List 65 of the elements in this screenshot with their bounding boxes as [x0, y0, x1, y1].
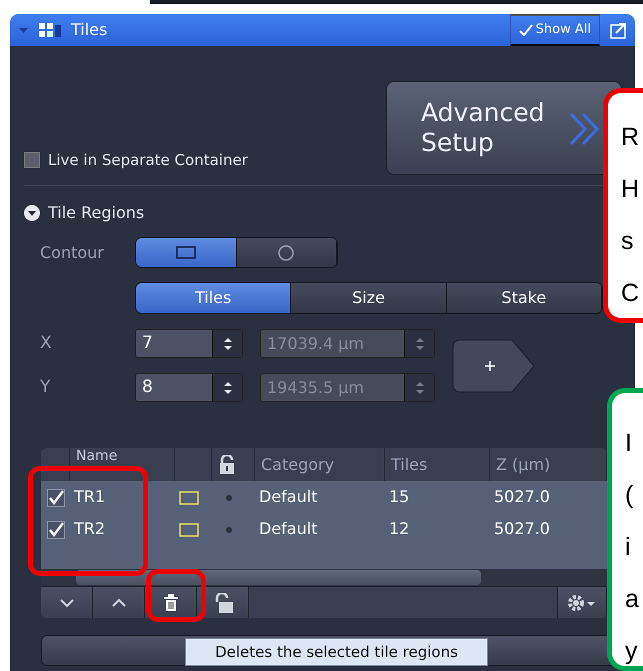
spinner-icon[interactable] — [222, 380, 234, 394]
spinner-icon[interactable] — [222, 336, 234, 350]
tiles-icon — [39, 23, 61, 37]
mode-tab[interactable]: Tiles — [136, 283, 292, 313]
table-cell-text: 12 — [388, 518, 410, 540]
table-cell-text: TR2 — [73, 518, 106, 540]
check-icon — [518, 24, 533, 36]
count-field[interactable]: 7 — [135, 329, 243, 358]
show-all-toggle[interactable]: Show All — [510, 14, 600, 46]
count-field[interactable]: 8 — [135, 373, 243, 402]
axis-label: X — [40, 332, 53, 355]
scrollbar[interactable] — [41, 569, 607, 586]
callout-text: C — [621, 278, 640, 309]
callout-text: H — [621, 174, 640, 205]
advanced-setup-button[interactable]: Advanced Setup — [386, 81, 622, 175]
spinner-icon — [414, 380, 426, 394]
double-chevron-icon — [569, 112, 599, 146]
rectangle-icon — [176, 246, 196, 259]
dot-icon — [226, 526, 232, 533]
spinner-icon — [414, 336, 426, 350]
undock-icon[interactable] — [610, 22, 627, 38]
contour-option[interactable] — [136, 238, 236, 267]
table-cell-text: 15 — [388, 486, 410, 508]
trash-icon — [162, 594, 178, 611]
table-cell-text: 5027.0 — [493, 518, 551, 540]
contour-selector[interactable] — [135, 237, 338, 268]
size-field: 19435.5 µm — [260, 373, 435, 402]
gear-icon — [567, 594, 597, 612]
panel-title: Tiles — [71, 19, 108, 41]
table-row[interactable]: TR1 Default 15 5027.0 — [41, 481, 607, 513]
checkbox-label: Live in Separate Container — [48, 150, 248, 170]
chevron-down-icon — [58, 598, 74, 608]
dot-icon — [226, 494, 232, 501]
callout-text: i — [625, 532, 632, 563]
mode-tab[interactable]: Stake — [446, 283, 602, 313]
table-cell-text: Default — [258, 486, 318, 508]
contour-label: Contour — [40, 242, 105, 264]
circle-icon — [278, 244, 294, 260]
column-header: Name — [76, 449, 118, 463]
expand-toggle-icon[interactable] — [24, 204, 40, 220]
callout-text: I — [625, 428, 633, 459]
callout-text: s — [621, 226, 634, 257]
size-field: 17039.4 µm — [260, 329, 435, 358]
settings-button[interactable] — [557, 587, 607, 618]
callout-text: ( — [625, 480, 634, 511]
contour-option[interactable] — [236, 238, 337, 267]
callout-text: a — [625, 584, 640, 615]
table-cell-text: Default — [258, 518, 318, 540]
lock-icon — [218, 455, 236, 474]
checkbox[interactable] — [24, 152, 40, 168]
tooltip: Deletes the selected tile regions — [185, 638, 488, 666]
table-cell-text: TR1 — [73, 486, 106, 508]
callout-text: y — [625, 636, 638, 666]
mode-tab[interactable]: Size — [291, 283, 447, 313]
checkbox[interactable] — [47, 520, 65, 539]
rectangle-icon — [179, 522, 199, 537]
table-row[interactable]: TR2 Default 12 5027.0 — [41, 513, 607, 545]
section-title: Tile Regions — [48, 202, 144, 224]
rectangle-icon — [179, 490, 199, 505]
checkbox[interactable] — [47, 488, 65, 507]
chevron-up-icon — [110, 598, 126, 608]
callout-text: R — [621, 122, 640, 153]
axis-label: Y — [40, 376, 52, 399]
toolbar-button[interactable] — [197, 587, 249, 618]
table-cell-text: 5027.0 — [493, 486, 551, 508]
